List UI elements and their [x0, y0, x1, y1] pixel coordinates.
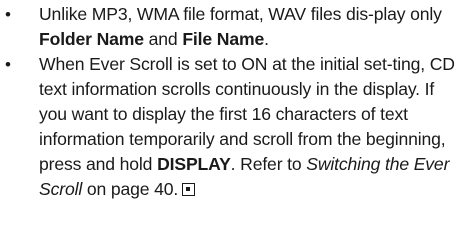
bullet-icon: •	[5, 5, 11, 24]
manual-notes-section: • Unlike MP3, WMA file format, WAV files…	[0, 0, 465, 251]
note-text: and	[143, 29, 183, 49]
note-text: Unlike MP3, WMA file format, WAV files d…	[39, 4, 442, 24]
file-name-term: File Name	[182, 29, 265, 49]
note-text: .	[264, 29, 269, 49]
note-ever-scroll: • When Ever Scroll is set to ON at the i…	[0, 52, 465, 202]
notes-list: • Unlike MP3, WMA file format, WAV files…	[0, 2, 465, 202]
display-button-term: DISPLAY	[157, 154, 231, 174]
bullet-icon: •	[5, 55, 11, 74]
end-of-section-stop-icon	[182, 183, 196, 196]
note-wav-file-display: • Unlike MP3, WMA file format, WAV files…	[0, 2, 465, 52]
folder-name-term: Folder Name	[39, 29, 144, 49]
note-text: . Refer to	[230, 154, 307, 174]
note-text: on page 40.	[82, 179, 179, 199]
